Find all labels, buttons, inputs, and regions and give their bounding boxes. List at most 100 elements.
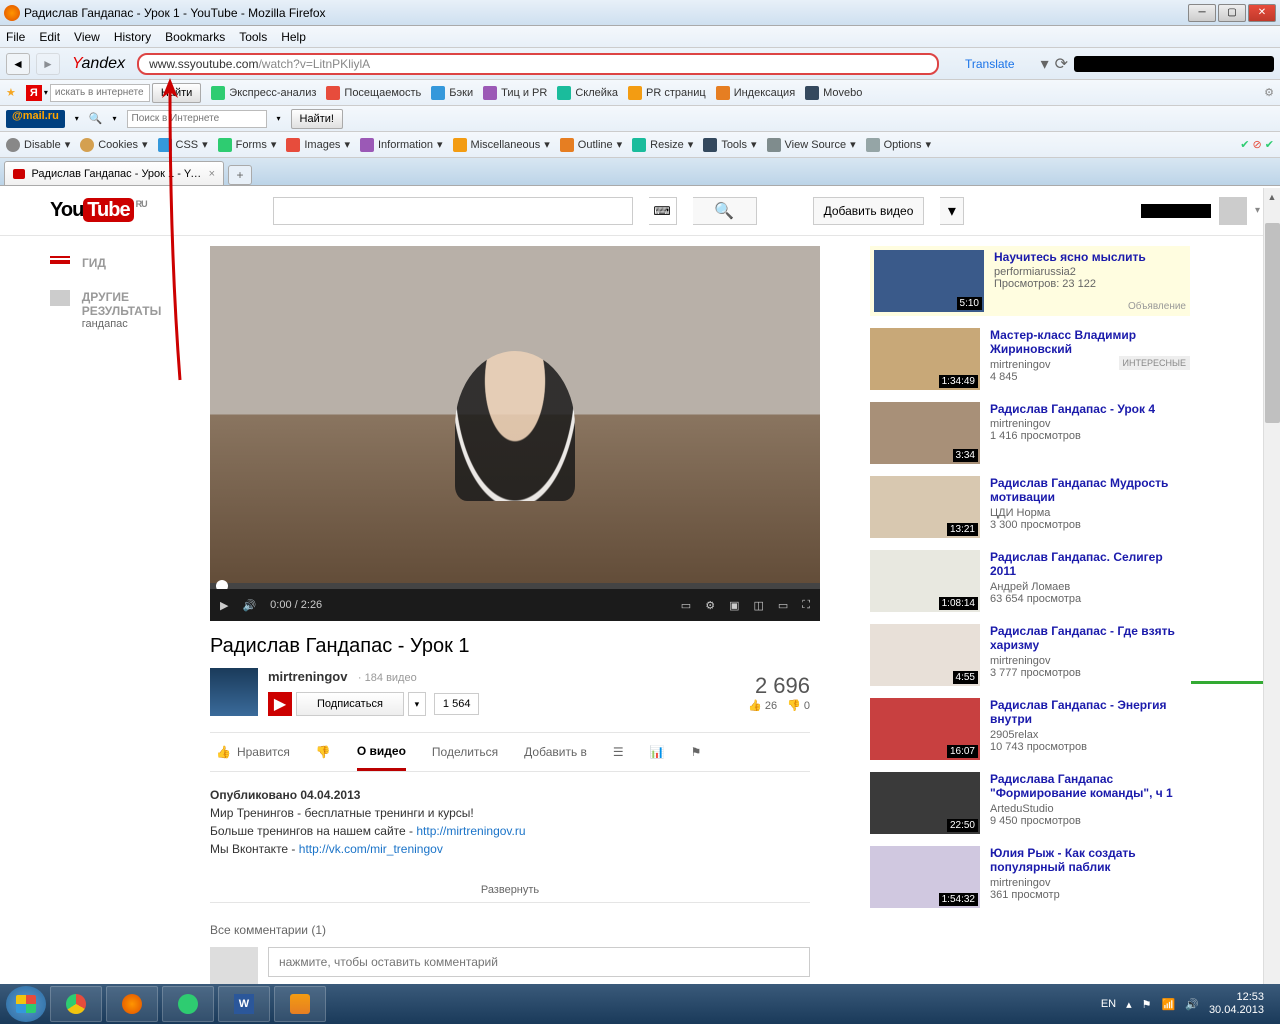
- search-engine-box[interactable]: [1074, 56, 1274, 72]
- menu-view[interactable]: View: [74, 30, 100, 44]
- tray-volume-icon[interactable]: 🔊: [1185, 998, 1199, 1011]
- tab-close-icon[interactable]: ×: [209, 168, 215, 180]
- yandex-logo[interactable]: Yandex: [66, 55, 131, 73]
- tray-network-icon[interactable]: 📶: [1162, 998, 1176, 1011]
- tool-glue[interactable]: Склейка: [557, 86, 618, 100]
- cc-icon[interactable]: ▭: [681, 599, 691, 612]
- translate-link[interactable]: Translate: [945, 57, 1035, 71]
- tray-arrow-icon[interactable]: ▴: [1126, 998, 1132, 1011]
- tool-tic-pr[interactable]: Тиц и PR: [483, 86, 547, 100]
- tab-like[interactable]: 👍 Нравится: [216, 733, 290, 771]
- new-tab-button[interactable]: +: [228, 165, 252, 185]
- expand-button[interactable]: Развернуть: [210, 878, 810, 903]
- scroll-thumb[interactable]: [1265, 223, 1280, 423]
- back-button[interactable]: ◄: [6, 53, 30, 75]
- wd-misc[interactable]: Miscellaneous▾: [453, 138, 550, 152]
- tool-backlinks[interactable]: Бэки: [431, 86, 473, 100]
- task-firefox[interactable]: [106, 986, 158, 1022]
- related-item[interactable]: 1:08:14 Радислав Гандапас. Селигер 2011 …: [870, 550, 1190, 612]
- youtube-search-button[interactable]: 🔍: [693, 197, 757, 225]
- mailru-find-button[interactable]: Найти!: [291, 109, 343, 129]
- reload-icon[interactable]: ⟳: [1055, 54, 1068, 74]
- flag-icon[interactable]: ⚑: [691, 733, 702, 771]
- address-bar[interactable]: www.ssyoutube.com/watch?v=LitnPKliylA: [137, 53, 939, 75]
- dropdown-icon[interactable]: ▾: [44, 88, 48, 97]
- related-item[interactable]: 22:50 Радислава Гандапас "Формирование к…: [870, 772, 1190, 834]
- tool-movebo[interactable]: Movebo: [805, 86, 862, 100]
- wd-outline[interactable]: Outline▾: [560, 138, 622, 152]
- sidebar-guide[interactable]: ГИД: [50, 256, 210, 270]
- browser-tab[interactable]: Радислав Гандапас - Урок 1 - YouTu... ×: [4, 161, 224, 185]
- youtube-logo[interactable]: YouTubeRU: [50, 199, 147, 222]
- user-dropdown-icon[interactable]: ▾: [1255, 205, 1260, 216]
- related-item[interactable]: 4:55 Радислав Гандапас - Где взять хариз…: [870, 624, 1190, 686]
- youtube-search-input[interactable]: [273, 197, 633, 225]
- quality-icon[interactable]: ⚙: [705, 599, 715, 612]
- volume-icon[interactable]: 🔊: [242, 599, 256, 612]
- related-item[interactable]: 1:34:49 Мастер-класс Владимир Жириновски…: [870, 328, 1190, 390]
- menu-file[interactable]: File: [6, 30, 25, 44]
- channel-name[interactable]: mirtreningov: [268, 669, 347, 684]
- like-count[interactable]: 👍 26: [748, 699, 777, 712]
- sub-dropdown-icon[interactable]: ▾: [408, 692, 426, 716]
- system-tray[interactable]: EN ▴ ⚑ 📶 🔊 12:53 30.04.2013: [1101, 991, 1274, 1017]
- upload-button[interactable]: Добавить видео: [813, 197, 925, 225]
- mailru-logo[interactable]: @mail.ru: [6, 110, 65, 128]
- desc-link[interactable]: http://vk.com/mir_treningov: [299, 842, 443, 856]
- menu-history[interactable]: History: [114, 30, 151, 44]
- related-item[interactable]: 5:10 Научитесь ясно мыслить performiarus…: [870, 246, 1190, 316]
- start-button[interactable]: [6, 986, 46, 1022]
- mailru-search-input[interactable]: [127, 110, 267, 128]
- video-player[interactable]: ▶ 🔊 0:00 / 2:26 ▭ ⚙ ▣ ◫ ▭ ⛶: [210, 246, 820, 621]
- sidebar-other-results[interactable]: ДРУГИЕ РЕЗУЛЬТАТЫ гандапас: [50, 290, 210, 330]
- menu-help[interactable]: Help: [281, 30, 306, 44]
- play-icon[interactable]: ▶: [220, 599, 228, 612]
- tool-pr-pages[interactable]: PR страниц: [628, 86, 706, 100]
- dropdown-icon[interactable]: ▾: [75, 114, 79, 123]
- wd-css[interactable]: CSS▾: [158, 138, 208, 152]
- wd-resize[interactable]: Resize▾: [632, 138, 693, 152]
- wd-tools[interactable]: Tools▾: [703, 138, 756, 152]
- dislike-count[interactable]: 👎 0: [787, 699, 810, 712]
- task-paint[interactable]: [274, 986, 326, 1022]
- keyboard-icon[interactable]: ⌨: [649, 197, 677, 225]
- tab-share[interactable]: Поделиться: [432, 733, 498, 771]
- dropdown-icon[interactable]: ▾: [277, 114, 281, 123]
- transcript-icon[interactable]: ☰: [613, 733, 624, 771]
- comment-input[interactable]: [268, 947, 810, 977]
- maximize-button[interactable]: ▢: [1218, 4, 1246, 22]
- tool-traffic[interactable]: Посещаемость: [326, 86, 421, 100]
- scroll-up-icon[interactable]: ▲: [1264, 188, 1280, 205]
- tab-dislike[interactable]: 👎: [316, 733, 331, 771]
- yandex-search-input[interactable]: [50, 84, 150, 102]
- wd-info[interactable]: Information▾: [360, 138, 443, 152]
- upload-dropdown[interactable]: ▾: [940, 197, 964, 225]
- fullscreen-icon[interactable]: ⛶: [802, 599, 810, 612]
- wd-options[interactable]: Options▾: [866, 138, 931, 152]
- annotations-icon[interactable]: ▣: [729, 599, 739, 612]
- channel-thumbnail[interactable]: [210, 668, 258, 716]
- tray-flag-icon[interactable]: ⚑: [1142, 998, 1152, 1011]
- theater-icon[interactable]: ▭: [778, 599, 788, 612]
- tool-index[interactable]: Индексация: [716, 86, 795, 100]
- gear-icon[interactable]: ⚙: [1264, 86, 1274, 99]
- tray-clock[interactable]: 12:53 30.04.2013: [1209, 991, 1264, 1017]
- task-app1[interactable]: [162, 986, 214, 1022]
- menu-bookmarks[interactable]: Bookmarks: [165, 30, 225, 44]
- tool-express[interactable]: Экспресс-анализ: [211, 86, 316, 100]
- username-redacted[interactable]: [1141, 204, 1211, 218]
- wd-images[interactable]: Images▾: [286, 138, 350, 152]
- related-item[interactable]: 1:54:32 Юлия Рыж - Как создать популярны…: [870, 846, 1190, 908]
- related-item[interactable]: 13:21 Радислав Гандапас Мудрость мотивац…: [870, 476, 1190, 538]
- close-button[interactable]: ✕: [1248, 4, 1276, 22]
- task-chrome[interactable]: [50, 986, 102, 1022]
- wd-cookies[interactable]: Cookies▾: [80, 138, 147, 152]
- scrollbar-vertical[interactable]: ▲: [1263, 188, 1280, 984]
- menu-tools[interactable]: Tools: [239, 30, 267, 44]
- wd-forms[interactable]: Forms▾: [218, 138, 277, 152]
- forward-button[interactable]: ►: [36, 53, 60, 75]
- minimize-button[interactable]: ─: [1188, 4, 1216, 22]
- wd-disable[interactable]: Disable▾: [6, 138, 70, 152]
- subscribe-button[interactable]: Подписаться: [296, 692, 404, 716]
- task-word[interactable]: W: [218, 986, 270, 1022]
